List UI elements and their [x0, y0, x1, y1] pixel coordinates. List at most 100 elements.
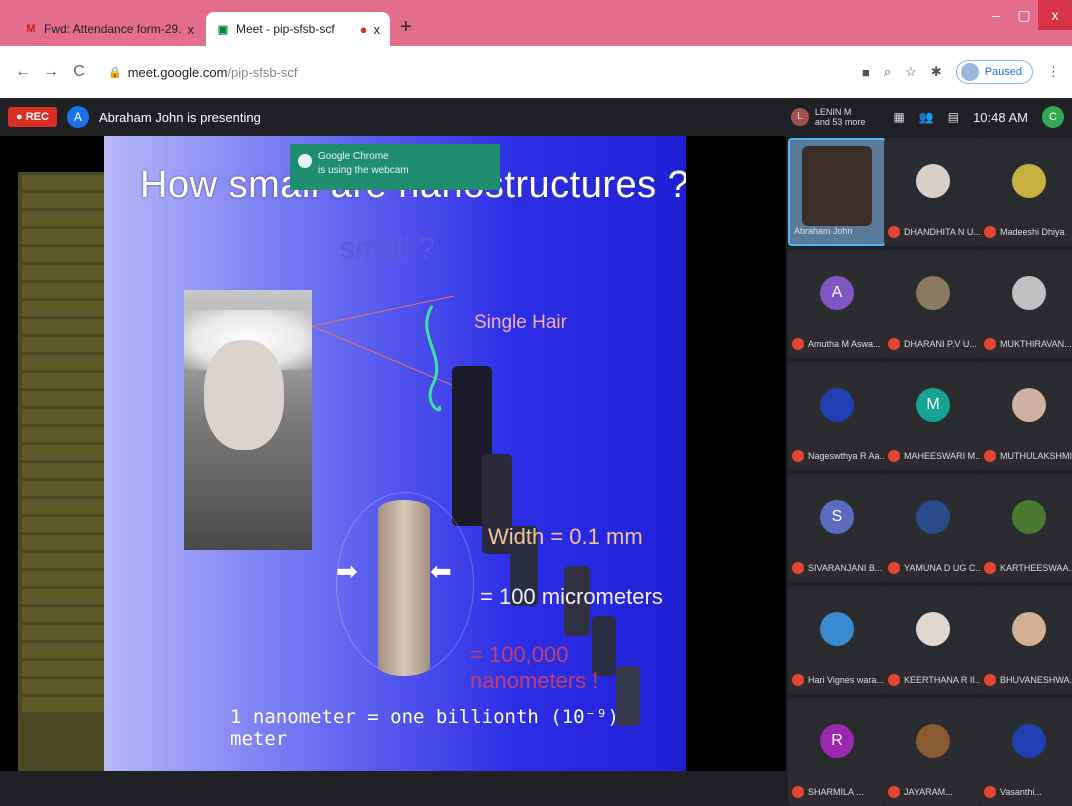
presentation-stage: How small are nanostructures ? small ? S… [0, 136, 786, 771]
tab-close-icon[interactable]: x [374, 22, 381, 37]
gmail-icon: M [26, 23, 36, 35]
window-controls: – ▢ x [982, 0, 1072, 30]
participants-grid: Abraham John DHANDHITA N U... Madeeshi Dhi… [786, 136, 1072, 806]
participant-name-row: BHUVANESHWA... [984, 674, 1072, 686]
mic-off-icon [792, 562, 804, 574]
participant-name: KEERTHANA R II... [904, 675, 980, 685]
tab-close-icon[interactable]: x [188, 22, 195, 37]
participant-name-row: SHARMILA ... [792, 786, 884, 798]
participant-name: DHANDHITA N U... [904, 227, 980, 237]
participant-name: MUKTHIRAVAN... [1000, 339, 1072, 349]
mic-off-icon [984, 338, 996, 350]
participant-name-row: Hari Vignes wara... [792, 674, 884, 686]
participant-tile[interactable]: KEERTHANA R II... [884, 586, 982, 694]
participant-name-row: DHARANI P.V U... [888, 338, 980, 350]
participant-tile[interactable]: Vasanthi... [980, 698, 1072, 806]
recording-badge: ● REC [8, 107, 57, 127]
mic-off-icon [888, 338, 900, 350]
participant-tile[interactable]: M MAHEESWARI M... [884, 362, 982, 470]
participant-name: MAHEESWARI M... [904, 451, 980, 461]
avatar: M [916, 388, 950, 422]
participant-name: YAMUNA D UG C... [904, 563, 980, 573]
avatar [916, 276, 950, 310]
close-window-button[interactable]: x [1038, 0, 1072, 30]
mic-off-icon [984, 786, 996, 798]
mic-off-icon [792, 450, 804, 462]
participant-name: DHARANI P.V U... [904, 339, 977, 349]
nanometers-label: = 100,000 nanometers ! [470, 642, 599, 693]
participant-tile[interactable]: A Amutha M Aswa... [788, 250, 886, 358]
tab-gmail[interactable]: M Fwd: Attendance form-29.01.20 x [14, 12, 204, 46]
chat-icon[interactable]: ▤ [948, 110, 959, 124]
avatar [820, 612, 854, 646]
star-icon[interactable]: ☆ [905, 64, 917, 80]
participant-tile[interactable]: MUTHULAKSHMI... [980, 362, 1072, 470]
maximize-button[interactable]: ▢ [1010, 7, 1038, 24]
avatar [1012, 276, 1046, 310]
zoom-icon[interactable]: ⌕ [884, 64, 891, 80]
minimize-button[interactable]: – [982, 7, 1010, 23]
meet-controls: L LENIN M and 53 more ▦ 👥 ▤ 10:48 AM C [790, 98, 1064, 136]
participant-tile[interactable]: S SIVARANJANI B... [788, 474, 886, 582]
participant-name-row: KEERTHANA R II... [888, 674, 980, 686]
profile-button[interactable]: Paused [955, 60, 1033, 84]
participant-tile[interactable]: Madeeshi Dhiya [980, 138, 1072, 246]
address-bar: ← → C 🔒 meet.google.com /pip-sfsb-scf ■ … [0, 46, 1072, 98]
user-avatar[interactable]: C [1042, 106, 1064, 128]
mic-off-icon [888, 450, 900, 462]
participant-name: Hari Vignes wara... [808, 675, 884, 685]
mic-off-icon [792, 338, 804, 350]
arrow-left-icon: ⬅ [430, 556, 452, 586]
participant-name: Abraham John [794, 226, 853, 236]
people-icon[interactable]: 👥 [919, 110, 934, 124]
participant-name-row: Amutha M Aswa... [792, 338, 884, 350]
participant-tile[interactable]: KARTHEESWAA... [980, 474, 1072, 582]
participant-name: Madeeshi Dhiya [1000, 227, 1065, 237]
participant-name: JAYARAM... [904, 787, 953, 797]
participant-name: KARTHEESWAA... [1000, 563, 1072, 573]
participant-name: Vasanthi... [1000, 787, 1042, 797]
avatar [916, 164, 950, 198]
participant-name-row: Madeeshi Dhiya [984, 226, 1072, 238]
portrait-image [184, 290, 312, 550]
participant-tile[interactable]: DHARANI P.V U... [884, 250, 982, 358]
avatar [802, 146, 872, 226]
new-tab-button[interactable]: + [400, 16, 412, 39]
forward-icon[interactable]: → [40, 63, 62, 81]
mic-off-icon [792, 786, 804, 798]
tab-title: Fwd: Attendance form-29.01.20 [44, 22, 182, 36]
participant-name-row: Vasanthi... [984, 786, 1072, 798]
avatar: R [820, 724, 854, 758]
back-icon[interactable]: ← [12, 63, 34, 81]
participants-summary[interactable]: L LENIN M and 53 more [790, 107, 865, 127]
micrometers-label: = 100 micrometers [480, 584, 663, 609]
avatar [916, 500, 950, 534]
participant-tile[interactable]: BHUVANESHWA... [980, 586, 1072, 694]
avatar [820, 388, 854, 422]
nanometer-definition: 1 nanometer = one billionth (10⁻⁹) meter [230, 706, 619, 750]
camera-icon[interactable]: ■ [862, 65, 870, 80]
participant-tile[interactable]: MUKTHIRAVAN... [980, 250, 1072, 358]
participant-tile[interactable]: YAMUNA D UG C... [884, 474, 982, 582]
participant-tile[interactable]: Nageswthya R Aa... [788, 362, 886, 470]
reload-icon[interactable]: C [68, 63, 90, 81]
url-path: /pip-sfsb-scf [227, 64, 298, 80]
menu-icon[interactable]: ⋮ [1047, 64, 1060, 80]
extensions-icon[interactable]: ✱ [931, 64, 942, 80]
url-domain: meet.google.com [127, 64, 228, 80]
participant-tile[interactable]: Abraham John [788, 138, 886, 246]
participant-name: SIVARANJANI B... [808, 563, 883, 573]
tab-meet[interactable]: ▣ Meet - pip-sfsb-scf ● x [206, 12, 390, 46]
width-label: Width = 0.1 mm [488, 524, 643, 549]
avatar [916, 612, 950, 646]
avatar [1012, 724, 1046, 758]
participant-tile[interactable]: R SHARMILA ... [788, 698, 886, 806]
participant-name-row: YAMUNA D UG C... [888, 562, 980, 574]
participant-tile[interactable]: DHANDHITA N U... [884, 138, 982, 246]
participant-tile[interactable]: Hari Vignes wara... [788, 586, 886, 694]
toolbar-icons: ■ ⌕ ☆ ✱ Paused ⋮ [862, 60, 1060, 84]
url-field[interactable]: 🔒 meet.google.com /pip-sfsb-scf [108, 65, 298, 80]
layout-icon[interactable]: ▦ [893, 110, 904, 124]
participant-tile[interactable]: JAYARAM... [884, 698, 982, 806]
webcam-notification[interactable]: Google Chrome is using the webcam [290, 144, 500, 190]
